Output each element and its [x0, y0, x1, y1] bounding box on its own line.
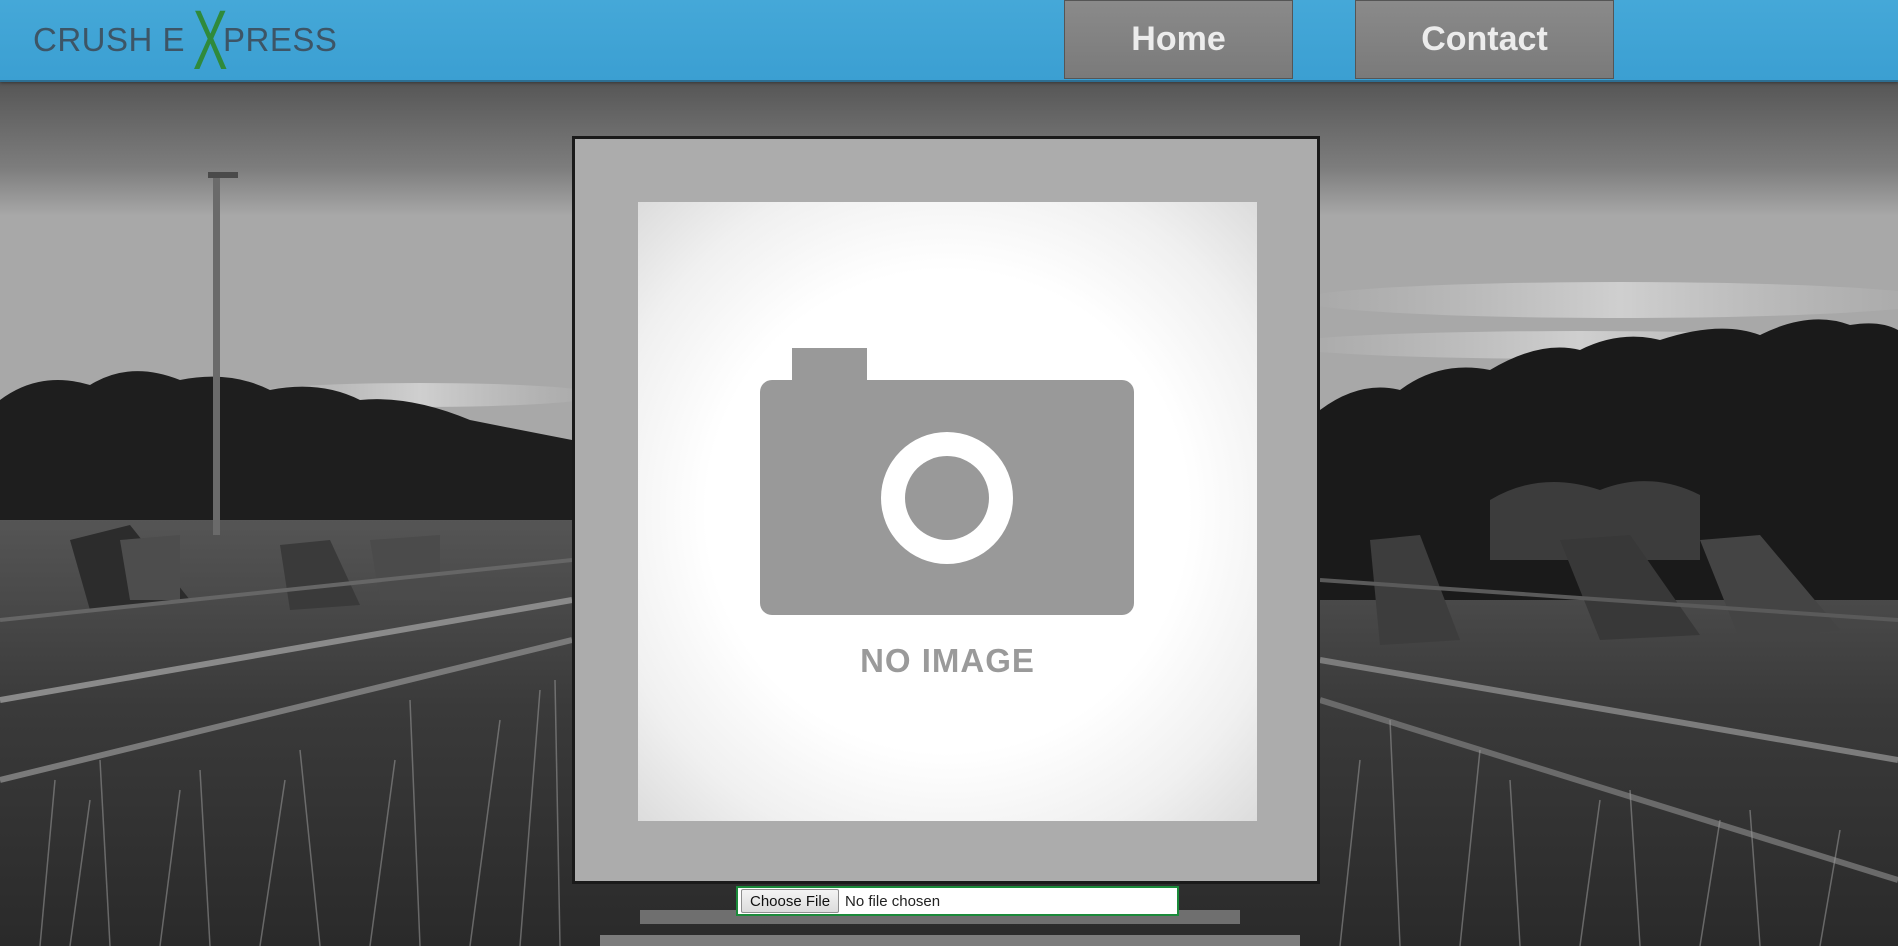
choose-file-button[interactable]: Choose File — [741, 889, 840, 913]
site-logo[interactable]: CRUSH E X PRESS — [33, 0, 338, 87]
logo-text-part1: CRUSH E — [33, 21, 186, 58]
no-image-placeholder: NO IMAGE — [638, 202, 1257, 821]
file-status-text: No file chosen — [845, 892, 941, 910]
logo-text-part2: PRESS — [223, 21, 338, 58]
logo-x-letter: X — [192, 0, 228, 87]
nav-home-button[interactable]: Home — [1064, 0, 1293, 79]
file-upload-input[interactable]: Choose File No file chosen — [736, 886, 1179, 916]
site-header: CRUSH E X PRESS Home Contact — [0, 0, 1898, 82]
camera-icon — [760, 348, 1134, 615]
nav-contact-button[interactable]: Contact — [1355, 0, 1614, 79]
image-preview-panel: NO IMAGE — [572, 136, 1320, 884]
no-image-label: NO IMAGE — [860, 642, 1035, 679]
